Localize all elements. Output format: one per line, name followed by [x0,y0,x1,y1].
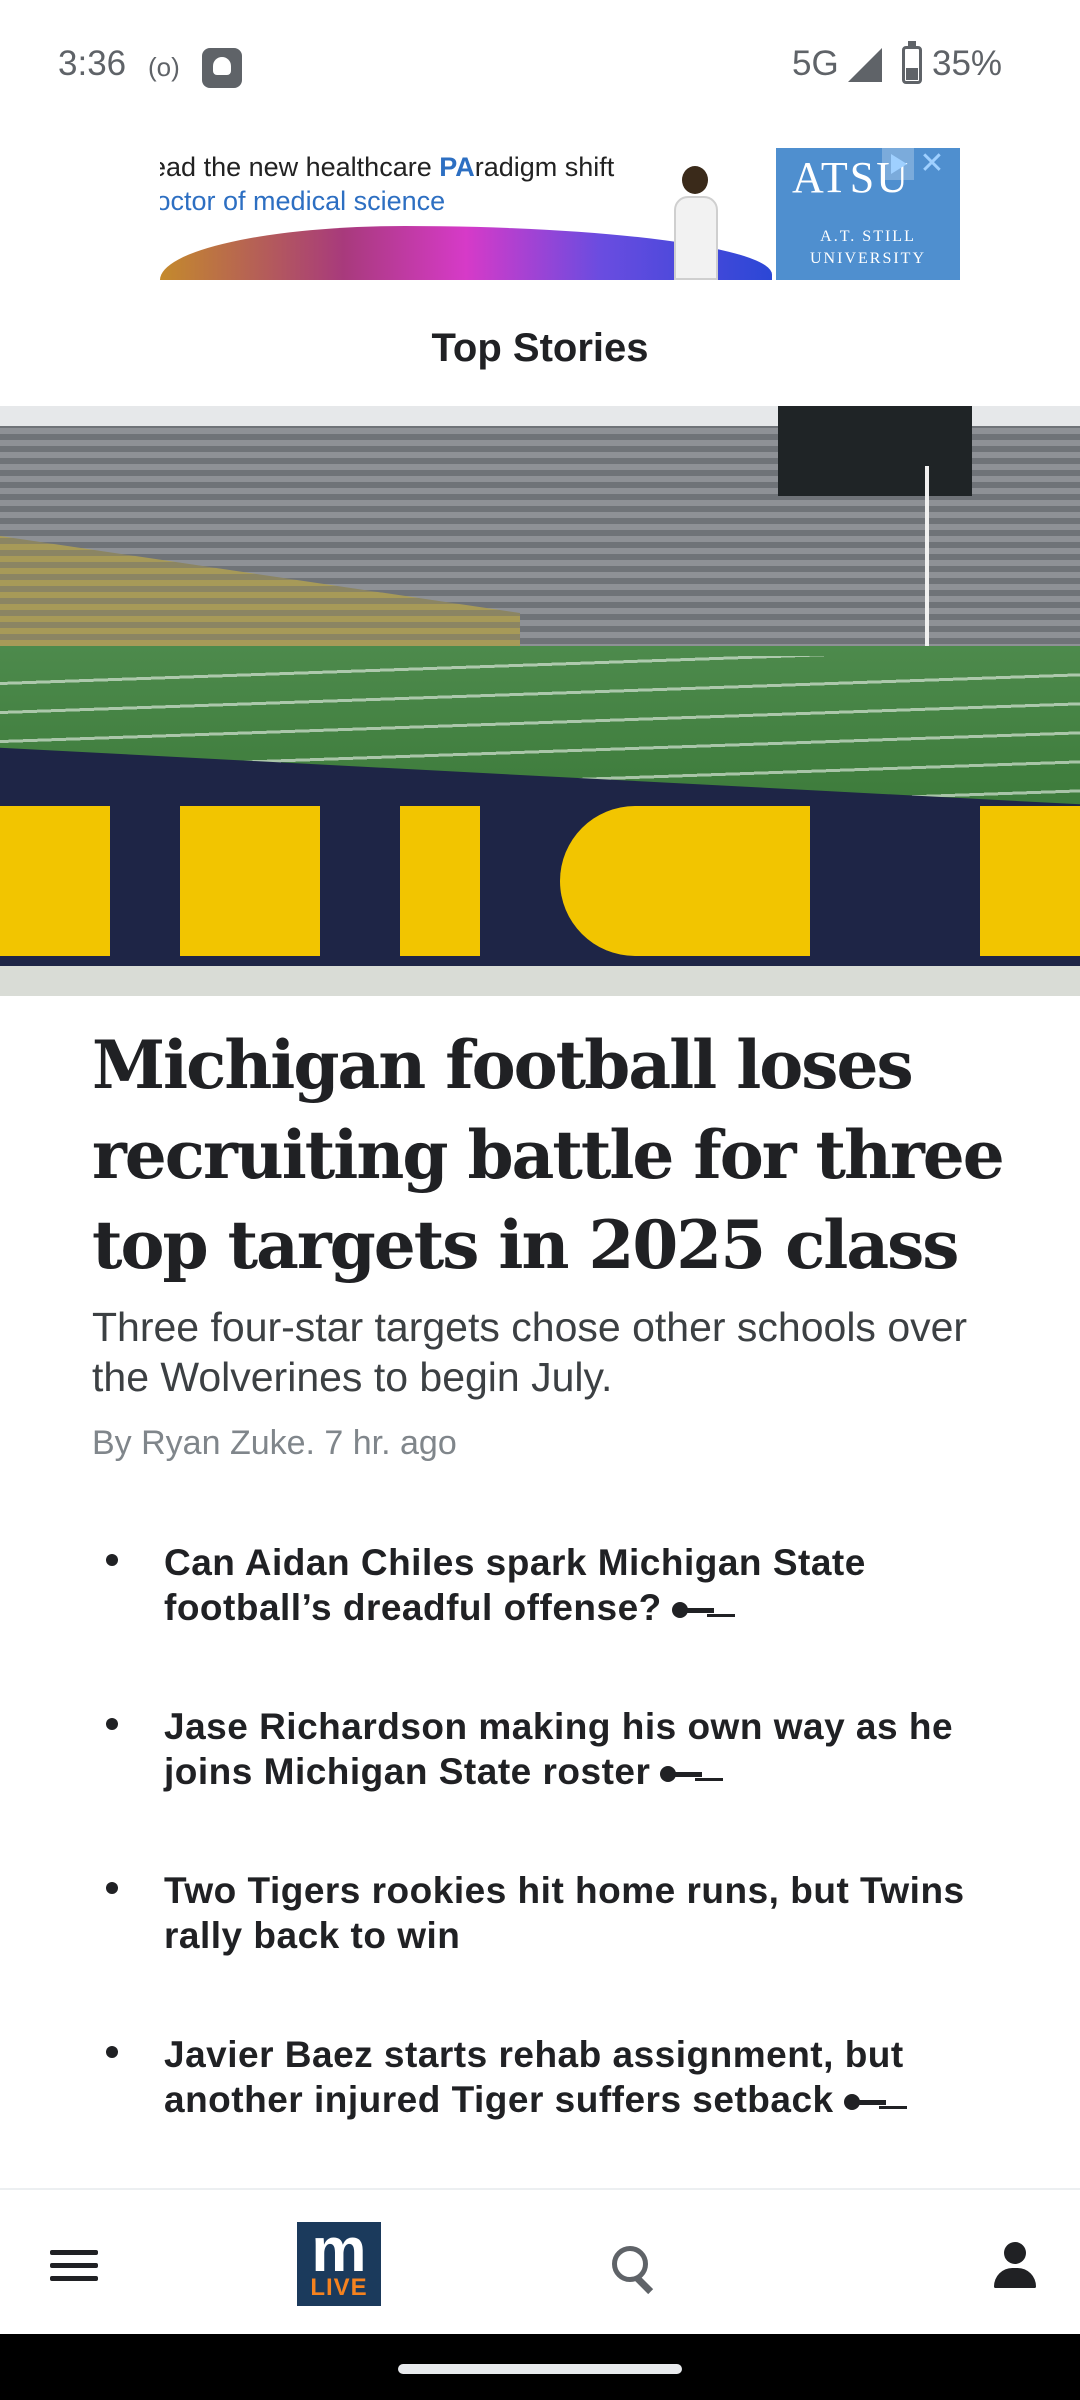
stadium-scoreboard [778,406,972,496]
ad-close-icon[interactable]: ✕ [916,148,948,180]
related-story-title[interactable]: Can Aidan Chiles spark Michigan State fo… [164,1540,1004,1630]
lead-story-byline: By Ryan Zuke. 7 hr. ago [92,1424,457,1462]
account-icon[interactable] [992,2242,1038,2290]
related-story-item[interactable]: Jase Richardson making his own way as he… [0,1704,1080,1834]
home-gesture-handle[interactable] [398,2364,682,2374]
ad-headline: Lead the new healthcare PAradigm shift [160,152,614,183]
section-title: Top Stories [431,326,649,370]
network-type: 5G [792,44,839,83]
goal-post [925,466,929,646]
battery-percent: 35% [932,44,1003,83]
radio-indicator-icon: (o) [148,52,180,82]
ad-person-image [670,166,722,280]
ad-logo-line2: UNIVERSITY [810,250,926,267]
battery-icon [902,41,922,84]
ad-headline-highlight: PA [439,152,475,182]
related-story-item[interactable]: Two Tigers rookies hit home runs, but Tw… [0,1868,1080,1998]
mlive-logo-live: LIVE [310,2274,368,2301]
lead-story-image[interactable] [0,406,1080,996]
lead-story-dek: Three four-star targets chose other scho… [92,1304,968,1400]
bullet-icon [106,1718,118,1730]
ad-subline: Doctor of medical science [160,186,446,216]
related-story-item[interactable]: Can Aidan Chiles spark Michigan State fo… [0,1540,1080,1670]
search-icon[interactable] [612,2246,660,2294]
related-story-title[interactable]: Javier Baez starts rehab assignment, but… [164,2032,1004,2122]
related-story-title-text: Can Aidan Chiles spark Michigan State fo… [164,1542,866,1628]
app-notification-icon [202,48,242,88]
status-bar: 3:36 (o) 5G 35% [0,0,1080,135]
premium-key-icon [843,2092,888,2112]
status-time: 3:36 [58,44,127,83]
signal-icon [848,48,882,82]
lead-story-headline[interactable]: Michigan football loses recruiting battl… [92,1020,1032,1290]
menu-icon[interactable] [50,2250,98,2282]
related-story-title-text: Javier Baez starts rehab assignment, but… [164,2034,904,2120]
bullet-icon [106,2046,118,2058]
premium-key-icon [660,1764,704,1784]
related-story-title[interactable]: Two Tigers rookies hit home runs, but Tw… [164,1868,1004,1958]
system-gesture-area [0,2334,1080,2400]
related-story-title[interactable]: Jase Richardson making his own way as he… [164,1704,1004,1794]
ad-banner[interactable]: Lead the new healthcare PAradigm shift D… [160,148,960,280]
ad-headline-prefix: Lead the new healthcare [160,152,440,182]
premium-key-icon [671,1600,716,1620]
related-story-title-text: Two Tigers rookies hit home runs, but Tw… [164,1870,965,1956]
ad-headline-suffix: radigm shift [474,152,615,182]
related-story-title-text: Jase Richardson making his own way as he… [164,1706,954,1792]
bullet-icon [106,1882,118,1894]
mlive-logo[interactable]: m LIVE [297,2216,381,2306]
ad-choices-icon[interactable] [882,148,914,180]
ad-logo-line1: A.T. STILL [820,228,916,245]
bottom-nav: m LIVE [0,2188,1080,2334]
related-story-item[interactable]: Javier Baez starts rehab assignment, but… [0,2032,1080,2162]
bullet-icon [106,1554,118,1566]
